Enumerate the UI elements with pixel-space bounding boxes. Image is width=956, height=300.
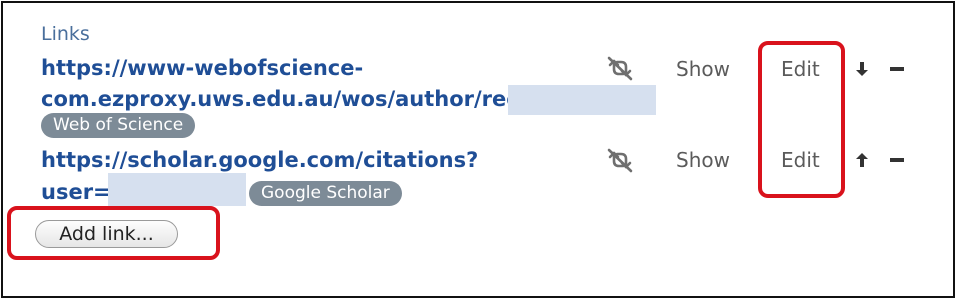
- eye-slash-icon[interactable]: [606, 55, 634, 81]
- show-button[interactable]: Show: [676, 148, 730, 172]
- link-url-web-of-science-line1[interactable]: https://www-webofscience-: [41, 53, 363, 84]
- eye-slash-icon[interactable]: [606, 147, 634, 173]
- link-url-web-of-science-line2[interactable]: com.ezproxy.uws.edu.au/wos/author/record…: [41, 84, 584, 115]
- add-link-button[interactable]: Add link...: [35, 220, 178, 248]
- link-url-google-scholar-line2[interactable]: user=: [41, 177, 111, 208]
- link-type-badge: Google Scholar: [249, 181, 402, 206]
- link-type-badge: Web of Science: [41, 113, 196, 138]
- edit-button[interactable]: Edit: [781, 148, 820, 172]
- show-button[interactable]: Show: [676, 57, 730, 81]
- redacted-text: [108, 173, 246, 206]
- arrow-up-icon[interactable]: [855, 151, 869, 169]
- arrow-down-icon[interactable]: [855, 60, 869, 78]
- section-title: Links: [41, 23, 90, 45]
- redacted-text: [508, 85, 656, 115]
- edit-button[interactable]: Edit: [781, 57, 820, 81]
- link-url-google-scholar-line1[interactable]: https://scholar.google.com/citations?: [41, 145, 478, 176]
- minus-icon[interactable]: [890, 67, 904, 71]
- minus-icon[interactable]: [890, 158, 904, 162]
